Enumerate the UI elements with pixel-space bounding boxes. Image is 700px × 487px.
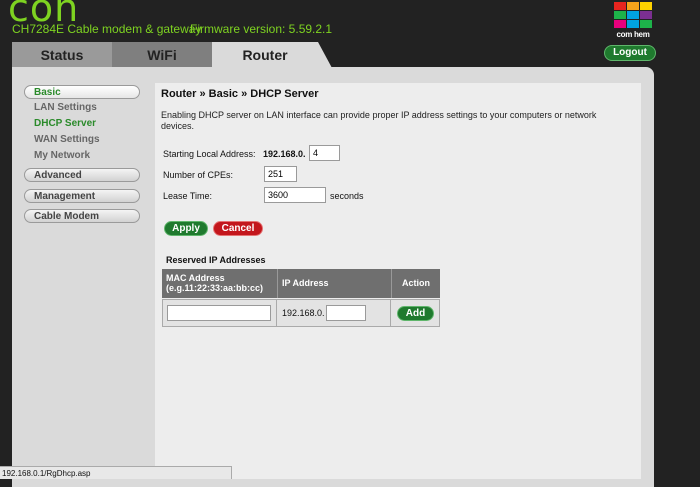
sidebar-item-management[interactable]: Management: [24, 189, 140, 203]
table-cell-ip: 192.168.0.: [277, 299, 391, 327]
cancel-button[interactable]: Cancel: [213, 221, 263, 236]
tab-status[interactable]: Status: [12, 42, 112, 68]
page-title: Router » Basic » DHCP Server: [161, 88, 319, 100]
logo-square: [627, 2, 639, 10]
tab-router-corner: [318, 42, 332, 68]
logo-square: [627, 20, 639, 28]
tab-router[interactable]: Router: [212, 42, 318, 68]
page-description: Enabling DHCP server on LAN interface ca…: [161, 110, 597, 131]
starting-address-prefix: 192.168.0.: [263, 149, 306, 159]
sidebar-item-dhcp-server[interactable]: DHCP Server: [34, 118, 96, 129]
lease-time-unit: seconds: [330, 191, 364, 201]
comhem-logo: com hem: [606, 2, 660, 39]
logo-squares-icon: [606, 2, 660, 28]
starting-address-input[interactable]: 4: [309, 145, 340, 161]
logo-square: [614, 2, 626, 10]
sidebar-item-advanced[interactable]: Advanced: [24, 168, 140, 182]
sidebar-item-lan-settings[interactable]: LAN Settings: [34, 102, 97, 113]
ip-prefix: 192.168.0.: [282, 308, 325, 318]
starting-address-label: Starting Local Address:: [163, 149, 256, 159]
column-header-mac-title: MAC Address: [166, 273, 225, 283]
column-header-ip: IP Address: [277, 269, 391, 298]
column-header-action: Action: [391, 269, 440, 298]
browser-status-url: 192.168.0.1/RgDhcp.asp: [0, 466, 232, 479]
apply-button[interactable]: Apply: [164, 221, 208, 236]
column-header-mac: MAC Address (e.g.11:22:33:aa:bb:cc): [162, 269, 277, 298]
tab-wifi[interactable]: WiFi: [112, 42, 212, 68]
sidebar-item-basic[interactable]: Basic: [24, 85, 140, 99]
logout-button[interactable]: Logout: [604, 45, 656, 61]
add-button[interactable]: Add: [397, 306, 434, 321]
logo-square: [614, 20, 626, 28]
sidebar-item-my-network[interactable]: My Network: [34, 150, 90, 161]
sidebar-item-cable-modem[interactable]: Cable Modem: [24, 209, 140, 223]
table-cell-mac: [162, 299, 277, 327]
sidebar-item-wan-settings[interactable]: WAN Settings: [34, 134, 100, 145]
cpes-input[interactable]: 251: [264, 166, 297, 182]
mac-address-input[interactable]: [167, 305, 271, 321]
logo-square: [640, 20, 652, 28]
column-header-mac-hint: (e.g.11:22:33:aa:bb:cc): [166, 283, 264, 293]
logo-label: com hem: [616, 30, 650, 39]
logo-square: [627, 11, 639, 19]
lease-time-input[interactable]: 3600: [264, 187, 326, 203]
ip-address-input[interactable]: [326, 305, 366, 321]
reserved-ip-title: Reserved IP Addresses: [166, 255, 266, 265]
logo-square: [640, 2, 652, 10]
logo-square: [614, 11, 626, 19]
table-cell-action: Add: [391, 299, 440, 327]
firmware-version: Firmware version: 5.59.2.1: [190, 22, 333, 36]
lease-time-label: Lease Time:: [163, 191, 213, 201]
logo-square: [640, 11, 652, 19]
cpes-label: Number of CPEs:: [163, 170, 234, 180]
reserved-ip-table: MAC Address (e.g.11:22:33:aa:bb:cc) IP A…: [162, 269, 440, 327]
model-name: CH7284E Cable modem & gateway: [12, 22, 202, 36]
